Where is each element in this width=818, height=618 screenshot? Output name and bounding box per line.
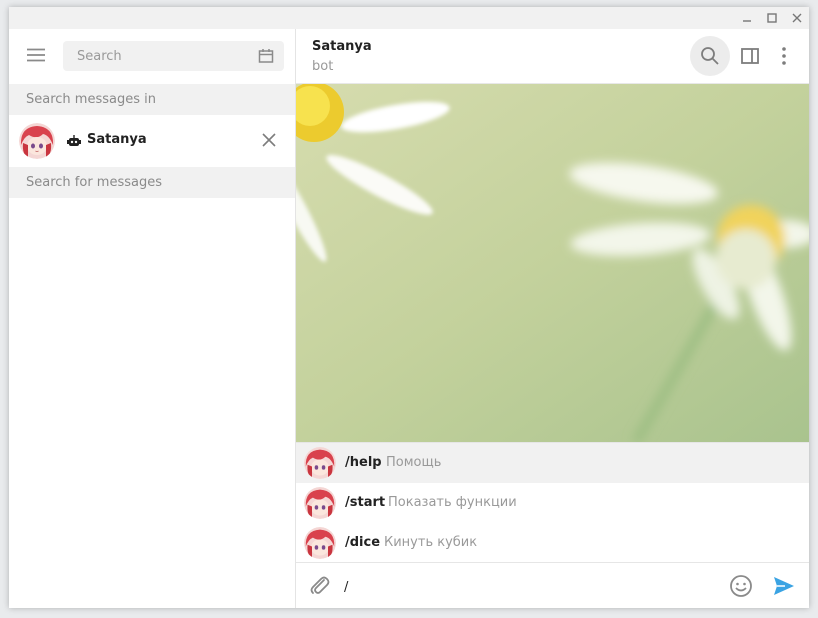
message-input[interactable]	[342, 571, 706, 603]
calendar-icon[interactable]	[258, 48, 274, 64]
command-name: /dice	[345, 535, 381, 550]
main-menu-button[interactable]	[21, 43, 51, 67]
chat-header: Satanya bot	[296, 29, 809, 84]
search-for-label: Search for messages	[9, 167, 295, 198]
search-input[interactable]	[63, 41, 257, 71]
hamburger-icon	[27, 48, 45, 62]
avatar-image	[304, 447, 336, 479]
command-suggestions: /help Помощь /start Показать функции /di…	[296, 442, 809, 563]
emoji-icon[interactable]	[729, 574, 753, 598]
chat-panel: Satanya bot /help Помощь /start Показать…	[296, 29, 809, 608]
command-description: Помощь	[386, 455, 442, 470]
command-item[interactable]: /start Показать функции	[296, 483, 809, 523]
sidebar-toggle-icon	[741, 48, 759, 64]
command-name: /help	[345, 455, 382, 470]
avatar-image	[304, 527, 336, 559]
search-in-label: Search messages in	[9, 84, 295, 115]
chat-title[interactable]: Satanya	[312, 39, 372, 54]
send-icon[interactable]	[772, 574, 796, 598]
avatar-image	[304, 487, 336, 519]
maximize-button[interactable]	[761, 7, 783, 29]
chat-status: bot	[312, 59, 334, 74]
minimize-icon	[743, 20, 751, 22]
title-bar	[9, 7, 809, 29]
minimize-button[interactable]	[736, 7, 758, 29]
close-icon	[792, 13, 802, 23]
more-vertical-icon	[782, 47, 786, 65]
search-chat-entry[interactable]: Satanya	[9, 115, 295, 167]
command-description: Показать функции	[388, 495, 517, 510]
close-icon[interactable]	[261, 132, 277, 148]
search-box	[63, 41, 284, 71]
chat-wallpaper	[296, 84, 809, 442]
search-icon	[701, 47, 719, 65]
command-name: /start	[345, 495, 386, 510]
bot-icon	[67, 135, 81, 146]
avatar-image	[19, 123, 55, 159]
avatar	[304, 487, 336, 519]
command-item[interactable]: /help Помощь	[296, 443, 809, 483]
avatar	[304, 527, 336, 559]
command-description: Кинуть кубик	[384, 535, 478, 550]
command-item[interactable]: /dice Кинуть кубик	[296, 523, 809, 563]
search-button[interactable]	[690, 36, 730, 76]
paperclip-icon[interactable]	[308, 574, 332, 598]
side-panel-button[interactable]	[730, 36, 770, 76]
more-button[interactable]	[766, 36, 802, 76]
chat-name: Satanya	[87, 132, 147, 147]
avatar	[19, 123, 55, 159]
maximize-icon	[767, 13, 777, 23]
app-window: Search messages in	[9, 7, 809, 608]
chamomile-wallpaper-image	[296, 84, 809, 442]
message-composer	[296, 562, 809, 608]
sidebar: Search messages in	[9, 29, 296, 608]
avatar	[304, 447, 336, 479]
close-window-button[interactable]	[786, 7, 808, 29]
